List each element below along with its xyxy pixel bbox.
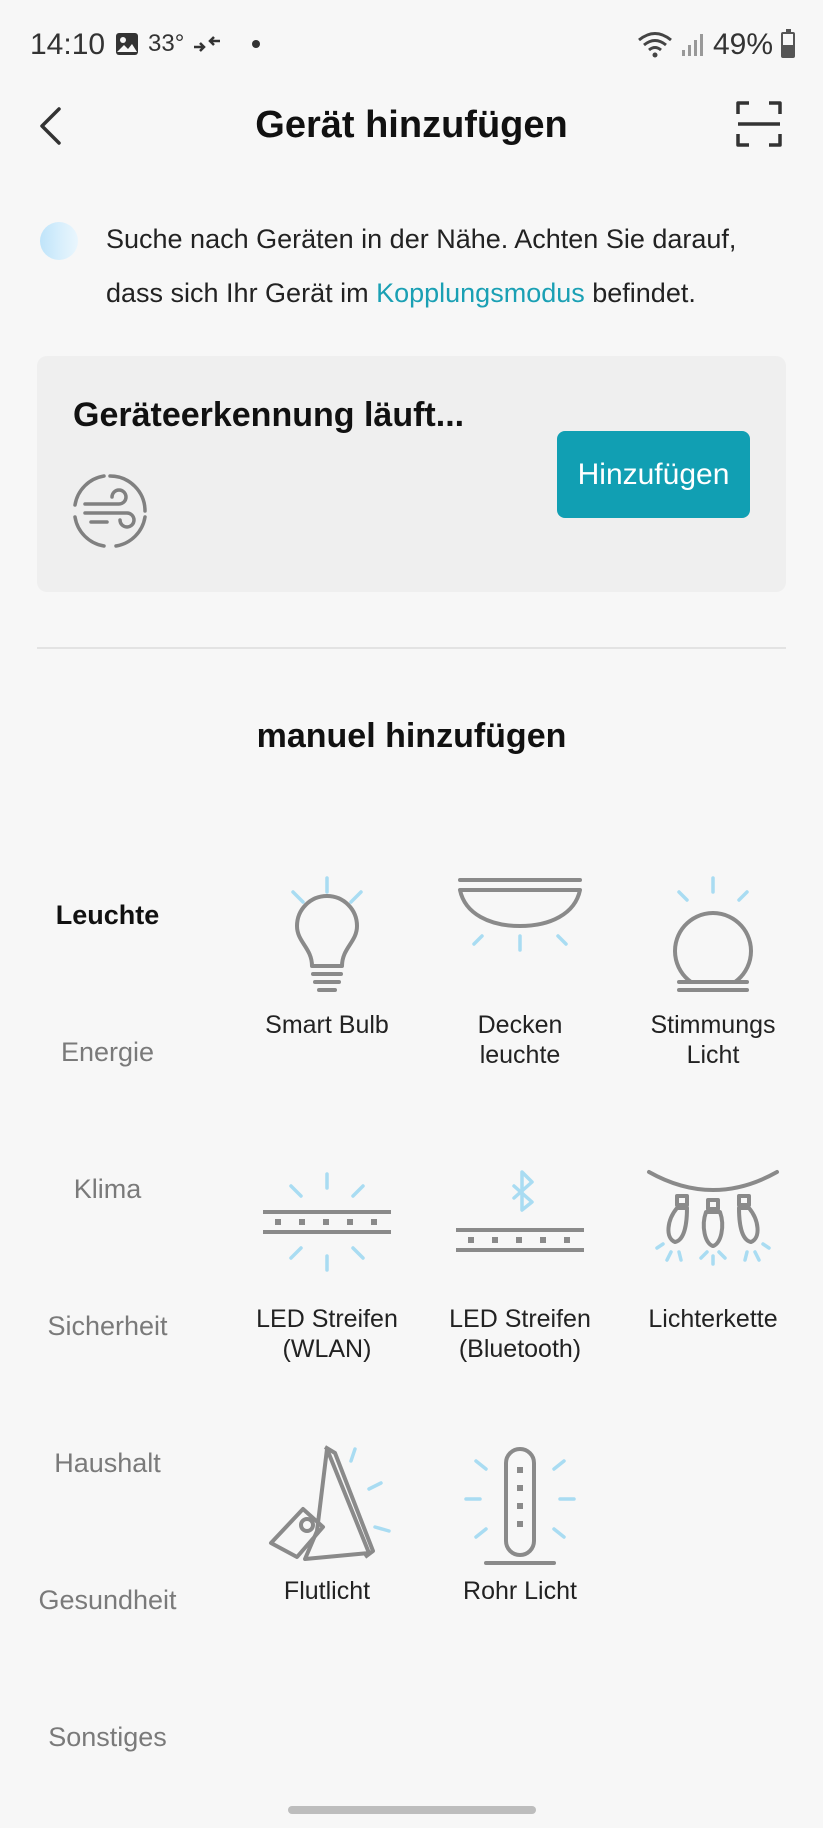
device-label: Lichterkette xyxy=(648,1305,778,1333)
data-transfer-icon xyxy=(194,36,221,52)
device-label: LED Streifen (Bluetooth) xyxy=(449,1305,591,1363)
device-string-lights[interactable]: Lichterkette xyxy=(617,1168,809,1334)
signal-icon xyxy=(681,34,703,56)
device-tube-light[interactable]: Rohr Licht xyxy=(424,1445,616,1606)
device-mood-light[interactable]: Stimmungs Licht xyxy=(617,874,809,1070)
string-lights-icon xyxy=(647,1170,779,1266)
gallery-icon xyxy=(116,33,138,55)
device-label: LED Streifen (WLAN) xyxy=(256,1305,398,1363)
ceiling-light-icon xyxy=(458,878,582,952)
battery-percent: 49% xyxy=(712,28,773,61)
detection-title: Geräteerkennung läuft... xyxy=(73,396,465,434)
category-leuchte[interactable]: Leuchte xyxy=(0,900,215,931)
category-klima[interactable]: Klima xyxy=(0,1174,215,1205)
manual-add-title: manuel hinzufügen xyxy=(256,717,567,755)
led-strip-wifi-icon xyxy=(263,1172,391,1272)
pairing-mode-link[interactable]: Kopplungsmodus xyxy=(376,278,585,308)
device-detection-card: Geräteerkennung läuft... Hinzufügen xyxy=(37,356,786,592)
pairing-info: Suche nach Geräten in der Nähe. Achten S… xyxy=(40,212,800,320)
device-label: Smart Bulb xyxy=(265,1011,389,1039)
info-text: Suche nach Geräten in der Nähe. Achten S… xyxy=(106,224,737,308)
tube-light-icon xyxy=(464,1447,576,1565)
device-label: Stimmungs Licht xyxy=(650,1011,776,1069)
category-sonstiges[interactable]: Sonstiges xyxy=(0,1722,215,1753)
mood-light-icon xyxy=(673,876,753,992)
device-floodlight[interactable]: Flutlicht xyxy=(231,1445,423,1606)
battery-icon xyxy=(781,29,795,58)
category-haushalt[interactable]: Haushalt xyxy=(0,1448,215,1479)
section-divider xyxy=(37,647,786,649)
wifi-icon xyxy=(638,32,672,58)
device-ceiling-light[interactable]: Decken leuchte xyxy=(424,874,616,1070)
status-bar: 14:10 33° 49% xyxy=(0,0,823,96)
device-led-strip-wifi[interactable]: LED Streifen (WLAN) xyxy=(231,1168,423,1364)
device-label: Flutlicht xyxy=(283,1577,371,1605)
floodlight-icon xyxy=(269,1445,391,1561)
led-strip-bluetooth-icon xyxy=(456,1170,584,1252)
scan-icon xyxy=(736,101,782,147)
category-gesundheit[interactable]: Gesundheit xyxy=(0,1585,215,1616)
home-indicator[interactable] xyxy=(288,1806,536,1814)
status-time: 14:10 xyxy=(30,28,106,61)
category-energie[interactable]: Energie xyxy=(0,1037,215,1068)
device-led-strip-bluetooth[interactable]: LED Streifen (Bluetooth) xyxy=(424,1168,616,1364)
app-header: Gerät hinzufügen xyxy=(0,96,823,156)
device-smart-bulb[interactable]: Smart Bulb xyxy=(231,874,423,1040)
add-device-button[interactable]: Hinzufügen xyxy=(557,431,750,518)
page-title: Gerät hinzufügen xyxy=(255,104,568,146)
smart-bulb-icon xyxy=(291,876,363,992)
device-label: Decken leuchte xyxy=(477,1011,563,1069)
category-sicherheit[interactable]: Sicherheit xyxy=(0,1311,215,1342)
scan-button[interactable] xyxy=(735,100,783,148)
device-label: Rohr Licht xyxy=(463,1577,577,1605)
scanning-wind-icon xyxy=(73,474,147,548)
notification-dot xyxy=(252,40,261,48)
searching-indicator-icon xyxy=(40,222,78,260)
status-temperature: 33° xyxy=(148,30,185,57)
